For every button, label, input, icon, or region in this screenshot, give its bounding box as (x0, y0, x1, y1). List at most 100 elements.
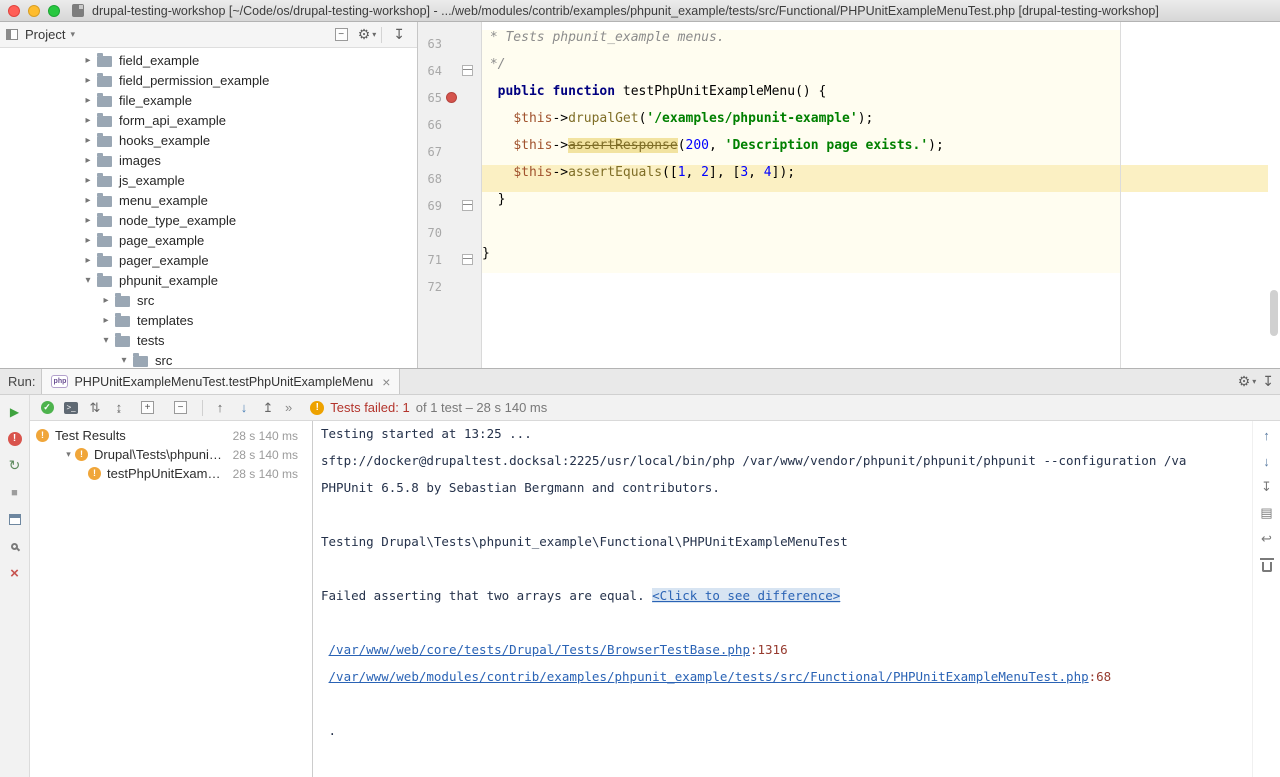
next-failed-test-icon[interactable]: ↓ (237, 400, 251, 415)
previous-failed-test-icon[interactable]: ↑ (213, 400, 227, 415)
stack-trace-link[interactable]: /var/www/web/modules/contrib/examples/ph… (329, 669, 1089, 684)
gutter-line[interactable]: 63 (418, 30, 481, 57)
project-tree-item[interactable]: ▸src (0, 290, 417, 310)
close-panel-icon[interactable]: × (10, 566, 19, 581)
code-line[interactable]: } (482, 192, 1268, 219)
hide-panel-icon[interactable]: ↧ (393, 26, 405, 43)
project-tree-item[interactable]: ▾phpunit_example (0, 270, 417, 290)
gear-icon[interactable]: ⚙ (358, 26, 371, 43)
gutter-line[interactable]: 64 (418, 57, 481, 84)
chevron-right-icon[interactable]: ▸ (81, 215, 95, 226)
gutter-line[interactable]: 69 (418, 192, 481, 219)
clear-console-icon[interactable] (1262, 562, 1272, 572)
chevron-right-icon[interactable]: ▸ (81, 255, 95, 266)
gutter-line[interactable]: 70 (418, 219, 481, 246)
code-line[interactable]: public function testPhpUnitExampleMenu()… (482, 84, 1268, 111)
sort-alphabetically-icon[interactable]: ↨ (112, 400, 126, 415)
gutter-line[interactable]: 66 (418, 111, 481, 138)
chevron-down-icon[interactable]: ▾ (70, 29, 75, 40)
project-tree-item[interactable]: ▸node_type_example (0, 210, 417, 230)
chevron-down-icon[interactable]: ▾ (99, 335, 113, 346)
gutter-line[interactable]: 68 (418, 165, 481, 192)
project-tree-item[interactable]: ▾tests (0, 330, 417, 350)
zoom-window-button[interactable] (48, 5, 60, 17)
project-tree-item[interactable]: ▸page_example (0, 230, 417, 250)
gutter-line[interactable]: 67 (418, 138, 481, 165)
project-tree-item[interactable]: ▸field_example (0, 50, 417, 70)
stack-trace-link[interactable]: /var/www/web/core/tests/Drupal/Tests/Bro… (329, 642, 750, 657)
show-passed-icon[interactable]: ✓ (41, 401, 54, 414)
code-line[interactable]: $this->assertEquals([1, 2], [3, 4]); (482, 165, 1268, 192)
code-line[interactable]: } (482, 246, 1268, 273)
pin-tab-icon[interactable] (10, 542, 20, 552)
rerun-icon[interactable]: ▶ (10, 404, 19, 419)
scroll-to-end-icon[interactable]: ↧ (1261, 480, 1272, 494)
hide-panel-icon[interactable]: ↧ (1262, 373, 1274, 390)
close-tab-icon[interactable]: × (382, 374, 390, 390)
project-tree-item[interactable]: ▾src (0, 350, 417, 368)
chevron-right-icon[interactable]: ▸ (81, 235, 95, 246)
project-tree-item[interactable]: ▸hooks_example (0, 130, 417, 150)
expand-all-icon[interactable]: + (141, 401, 154, 414)
more-options-icon[interactable]: » (285, 400, 292, 415)
close-window-button[interactable] (8, 5, 20, 17)
code-line[interactable]: $this->drupalGet('/examples/phpunit-exam… (482, 111, 1268, 138)
fold-icon[interactable] (460, 200, 474, 211)
chevron-right-icon[interactable]: ▸ (81, 135, 95, 146)
show-console-icon[interactable]: >_ (64, 402, 78, 414)
diff-link[interactable]: <Click to see difference> (652, 588, 840, 603)
sort-by-duration-icon[interactable]: ⇅ (88, 400, 102, 416)
chevron-right-icon[interactable]: ▸ (81, 155, 95, 166)
gear-icon[interactable]: ⚙ (1238, 373, 1251, 390)
project-tree-item[interactable]: ▸templates (0, 310, 417, 330)
print-icon[interactable]: ▤ (1260, 506, 1272, 520)
project-tree-item[interactable]: ▸js_example (0, 170, 417, 190)
chevron-down-icon[interactable]: ▾ (117, 355, 131, 366)
chevron-right-icon[interactable]: ▸ (81, 115, 95, 126)
editor-code-area[interactable]: * Tests phpunit_example menus. */ public… (482, 22, 1268, 368)
chevron-right-icon[interactable]: ▸ (81, 75, 95, 86)
project-tree-item[interactable]: ▸pager_example (0, 250, 417, 270)
test-tree-item[interactable]: !Test Results28 s 140 ms (30, 426, 312, 445)
editor[interactable]: 63646566676869707172 * Tests phpunit_exa… (418, 22, 1280, 368)
collapse-all-icon[interactable]: − (335, 28, 348, 41)
failed-test-gutter-icon[interactable] (442, 92, 460, 103)
fold-icon[interactable] (460, 65, 474, 76)
gutter-line[interactable]: 65 (418, 84, 481, 111)
chevron-right-icon[interactable]: ▸ (99, 315, 113, 326)
run-tab[interactable]: php PHPUnitExampleMenuTest.testPhpUnitEx… (41, 369, 400, 394)
test-tree-item[interactable]: !testPhpUnitExampleM28 s 140 ms (30, 464, 312, 483)
gutter-line[interactable]: 72 (418, 273, 481, 300)
test-tree-item[interactable]: ▾!Drupal\Tests\phpunit_ex28 s 140 ms (30, 445, 312, 464)
toggle-auto-test-icon[interactable]: ↻ (9, 458, 21, 473)
scroll-up-icon[interactable]: ↑ (1263, 428, 1270, 442)
scroll-down-icon[interactable]: ↓ (1263, 454, 1270, 468)
chevron-right-icon[interactable]: ▸ (81, 55, 95, 66)
import-test-results-icon[interactable]: ↥ (261, 400, 275, 416)
fold-icon[interactable] (460, 254, 474, 265)
restore-layout-icon[interactable] (9, 514, 21, 525)
gutter-line[interactable]: 71 (418, 246, 481, 273)
editor-scrollbar[interactable] (1268, 22, 1280, 368)
stop-icon[interactable]: ■ (11, 485, 18, 500)
project-tree-item[interactable]: ▸menu_example (0, 190, 417, 210)
rerun-failed-tests-icon[interactable]: ! (8, 432, 22, 446)
project-tree-item[interactable]: ▸field_permission_example (0, 70, 417, 90)
scrollbar-thumb[interactable] (1270, 290, 1278, 336)
chevron-right-icon[interactable]: ▸ (99, 295, 113, 306)
code-line[interactable]: */ (482, 57, 1268, 84)
editor-gutter[interactable]: 63646566676869707172 (418, 22, 482, 368)
code-line[interactable] (482, 219, 1268, 246)
chevron-down-icon[interactable]: ▾ (81, 275, 95, 286)
project-tree-item[interactable]: ▸images (0, 150, 417, 170)
code-line[interactable] (482, 273, 1268, 300)
chevron-right-icon[interactable]: ▸ (81, 175, 95, 186)
chevron-right-icon[interactable]: ▸ (81, 95, 95, 106)
soft-wrap-icon[interactable]: ↩ (1261, 532, 1272, 546)
code-line[interactable]: $this->assertResponse(200, 'Description … (482, 138, 1268, 165)
project-tree-item[interactable]: ▸form_api_example (0, 110, 417, 130)
code-lines[interactable]: * Tests phpunit_example menus. */ public… (482, 30, 1268, 300)
collapse-all-icon[interactable]: − (174, 401, 187, 414)
chevron-right-icon[interactable]: ▸ (81, 195, 95, 206)
code-line[interactable]: * Tests phpunit_example menus. (482, 30, 1268, 57)
